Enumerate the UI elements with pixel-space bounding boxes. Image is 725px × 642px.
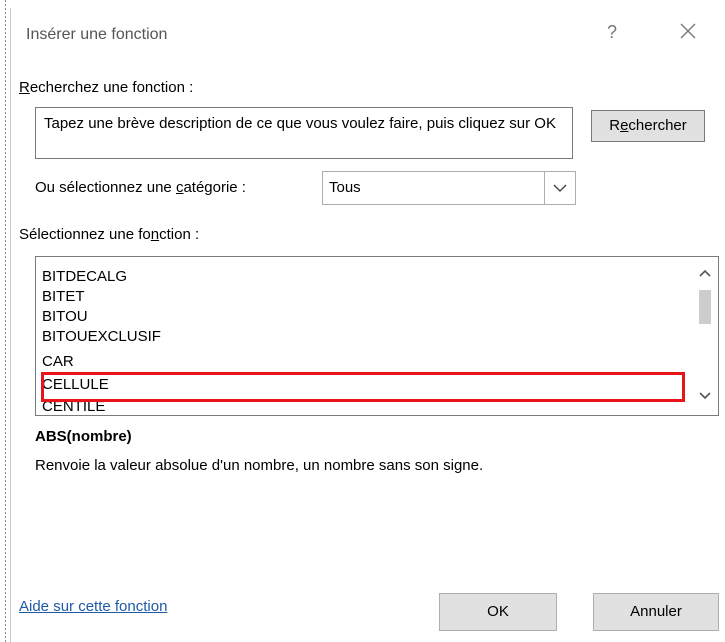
search-function-label: Recherchez une fonction : <box>19 79 194 96</box>
chevron-down-icon <box>553 184 567 192</box>
category-selected-value: Tous <box>329 179 361 196</box>
background-spreadsheet-strip <box>0 0 725 6</box>
function-description: Renvoie la valeur absolue d'un nombre, u… <box>35 457 484 474</box>
cancel-button[interactable]: Annuler <box>593 593 719 631</box>
select-function-label: Sélectionnez une fonction : <box>19 226 200 243</box>
help-button[interactable]: ? <box>607 22 617 43</box>
highlight-box <box>41 372 685 402</box>
dialog-titlebar: Insérer une fonction ? <box>11 8 723 60</box>
function-help-link[interactable]: Aide sur cette fonction <box>19 598 167 615</box>
scroll-up-button[interactable] <box>698 265 712 283</box>
list-scrollbar[interactable] <box>694 257 718 415</box>
close-icon <box>680 23 696 39</box>
ok-button[interactable]: OK <box>439 593 557 631</box>
list-item[interactable]: BITOU <box>42 307 88 327</box>
scroll-down-button[interactable] <box>698 388 712 406</box>
list-item[interactable]: CAR <box>42 352 74 372</box>
search-function-input[interactable]: Tapez une brève description de ce que vo… <box>35 107 573 159</box>
background-cell-border <box>5 0 6 642</box>
list-item[interactable]: BITDECALG <box>42 267 127 287</box>
list-item[interactable]: BITOUEXCLUSIF <box>42 327 161 347</box>
category-dropdown-button[interactable] <box>544 172 575 204</box>
insert-function-dialog: Insérer une fonction ? Recherchez une fo… <box>10 8 723 642</box>
search-input-text: Tapez une brève description de ce que vo… <box>44 115 556 132</box>
function-syntax: ABS(nombre) <box>35 428 132 445</box>
category-label: Ou sélectionnez une catégorie : <box>35 179 246 196</box>
chevron-up-icon <box>699 269 711 277</box>
dialog-title: Insérer une fonction <box>26 26 168 43</box>
function-listbox[interactable]: BITDECALG BITET BITOU BITOUEXCLUSIF CAR … <box>35 256 719 416</box>
scroll-thumb[interactable] <box>699 290 711 324</box>
category-select[interactable]: Tous <box>322 171 576 205</box>
list-item[interactable]: BITET <box>42 287 85 307</box>
search-button[interactable]: Rechercher <box>591 110 705 142</box>
chevron-down-icon <box>699 392 711 400</box>
close-button[interactable] <box>679 20 697 46</box>
